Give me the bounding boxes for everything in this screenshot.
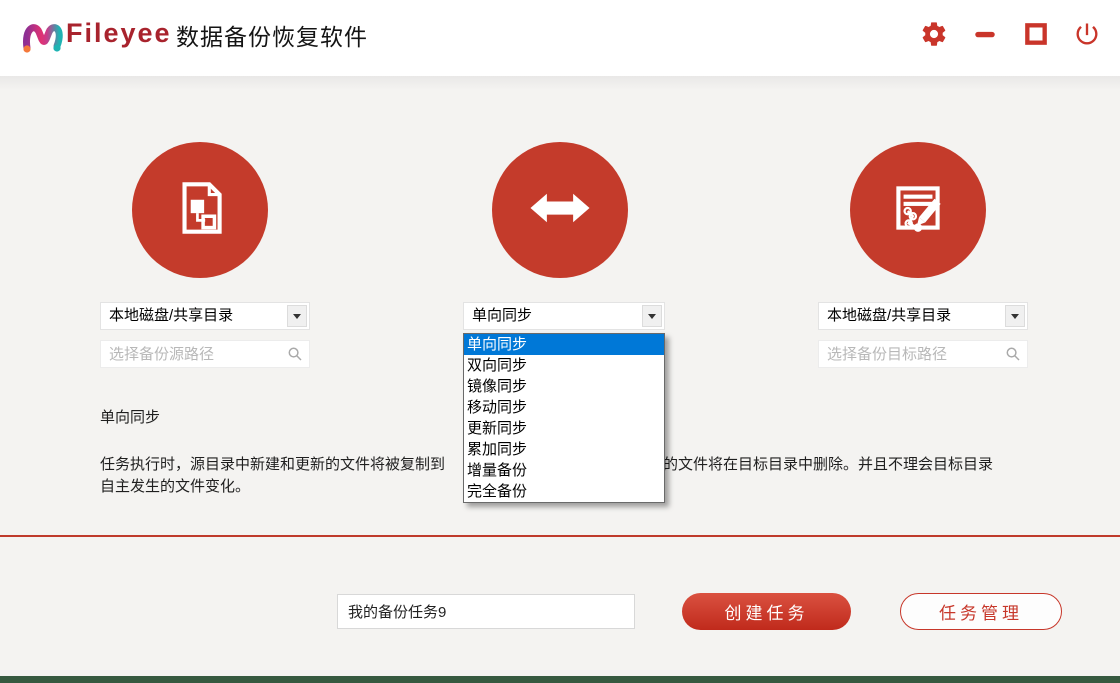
sync-option[interactable]: 镜像同步 [464,376,664,397]
bottom-strip [0,676,1120,683]
sync-mode-value: 单向同步 [472,307,532,324]
sync-mode-description-title: 单向同步 [100,406,160,427]
sync-option[interactable]: 移动同步 [464,397,664,418]
chevron-down-icon[interactable] [287,305,307,327]
source-type-select[interactable]: 本地磁盘/共享目录 [100,302,310,330]
maximize-icon[interactable] [1021,19,1051,49]
task-name-input[interactable] [337,594,635,629]
sync-option[interactable]: 累加同步 [464,439,664,460]
create-task-button[interactable]: 创建任务 [682,593,851,630]
source-type-value: 本地磁盘/共享目录 [109,307,233,324]
sync-option[interactable]: 单向同步 [464,334,664,355]
sync-mode-description-text: 的文件将在目标目录中删除。并且不理会目标目录 [663,453,993,474]
target-type-select[interactable]: 本地磁盘/共享目录 [818,302,1028,330]
manage-tasks-button[interactable]: 任务管理 [900,593,1062,630]
chevron-down-icon[interactable] [1005,305,1025,327]
target-type-value: 本地磁盘/共享目录 [827,307,951,324]
target-circle [850,142,986,278]
sync-mode-dropdown: 单向同步 双向同步 镜像同步 移动同步 更新同步 累加同步 增量备份 完全备份 [463,333,665,503]
brand-name: Fileyee [66,18,172,49]
title-bar: Fileyee 数据备份恢复软件 [0,0,1120,76]
power-close-icon[interactable] [1072,19,1102,49]
app-title: 数据备份恢复软件 [176,18,368,52]
sync-option[interactable]: 更新同步 [464,418,664,439]
red-divider [0,535,1120,537]
sync-option[interactable]: 完全备份 [464,481,664,502]
sync-mode-description-text: 任务执行时，源目录中新建和更新的文件将被复制到 [100,453,445,474]
source-circle [132,142,268,278]
sync-mode-description-text: 自主发生的文件变化。 [100,475,250,496]
fileyee-logo-icon [20,16,64,60]
sync-circle [492,142,628,278]
double-arrow-icon [525,173,595,248]
source-files-icon [167,175,233,246]
sync-option[interactable]: 双向同步 [464,355,664,376]
settings-gear-icon[interactable] [919,19,949,49]
edit-task-icon [885,175,951,246]
target-path-input[interactable] [818,340,1028,368]
sync-option[interactable]: 增量备份 [464,460,664,481]
source-path-input[interactable] [100,340,310,368]
minimize-icon[interactable] [970,19,1000,49]
chevron-down-icon[interactable] [642,305,662,327]
sync-mode-select[interactable]: 单向同步 [463,302,665,330]
window-controls [919,18,1102,50]
